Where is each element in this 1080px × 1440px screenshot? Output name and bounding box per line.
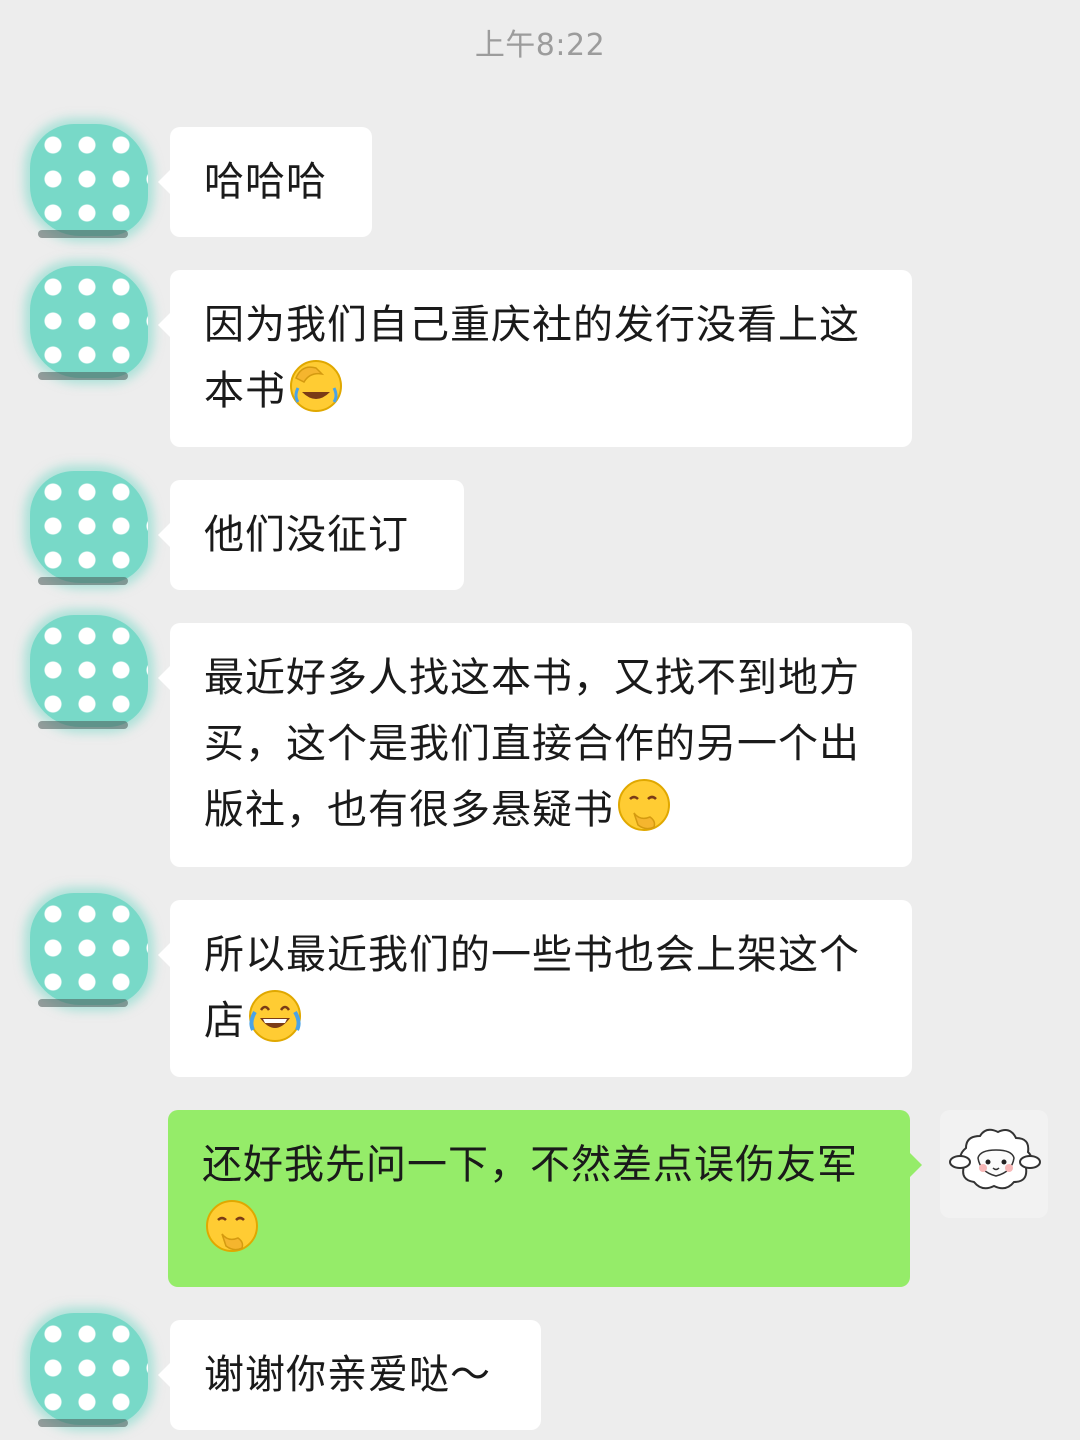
message-bubble-incoming[interactable]: 所以最近我们的一些书也会上架这个店 [158, 900, 912, 1077]
message-bubble-incoming[interactable]: 最近好多人找这本书，又找不到地方买，这个是我们直接合作的另一个出版社，也有很多悬… [158, 623, 912, 867]
contact-avatar[interactable] [30, 471, 148, 585]
message-bubble-outgoing[interactable]: 还好我先问一下，不然差点误伤友军 [168, 1110, 922, 1287]
message-bubble-incoming[interactable]: 哈哈哈 [158, 127, 372, 237]
facepalm-laugh-emoji-icon [290, 360, 342, 412]
contact-avatar[interactable] [30, 893, 148, 1007]
sheep-icon [949, 1128, 1041, 1190]
message-text: 谢谢你亲爱哒～ [204, 1352, 491, 1398]
message-bubble-incoming[interactable]: 因为我们自己重庆社的发行没看上这本书 [158, 270, 912, 447]
message-bubble-incoming[interactable]: 谢谢你亲爱哒～ [158, 1320, 541, 1430]
smirk-hand-emoji-icon [618, 779, 670, 831]
message-bubble-incoming[interactable]: 他们没征订 [158, 480, 464, 590]
contact-avatar[interactable] [30, 1313, 148, 1427]
tears-of-joy-emoji-icon [249, 990, 301, 1042]
message-text: 哈哈哈 [204, 159, 327, 205]
chat-timestamp: 上午8:22 [474, 28, 606, 63]
contact-avatar[interactable] [30, 124, 148, 238]
contact-avatar[interactable] [30, 266, 148, 380]
my-avatar-sheep[interactable] [940, 1110, 1048, 1218]
contact-avatar[interactable] [30, 615, 148, 729]
smirk-hand-emoji-icon [206, 1200, 258, 1252]
message-text: 最近好多人找这本书，又找不到地方买，这个是我们直接合作的另一个出版社，也有很多悬… [204, 655, 860, 833]
message-text: 他们没征订 [204, 512, 409, 558]
message-text: 还好我先问一下，不然差点误伤友军 [202, 1142, 858, 1188]
